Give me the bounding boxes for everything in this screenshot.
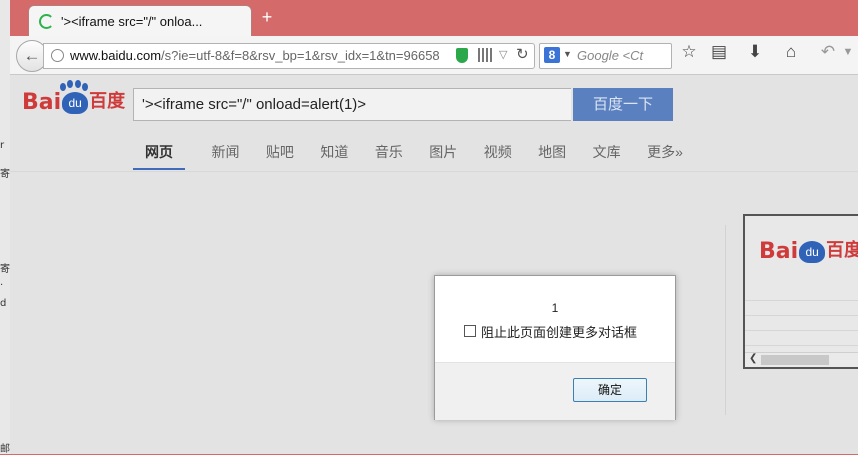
dialog-footer: 确定 — [435, 362, 675, 420]
edge-char: 寄 — [0, 169, 10, 180]
browser-window: '><iframe src="/" onloa... + ← www.baidu… — [10, 0, 858, 454]
history-dropdown-icon[interactable]: ▽ — [499, 48, 507, 61]
url-bar[interactable]: www.baidu.com/s?ie=utf-8&f=8&rsv_bp=1&rs… — [43, 43, 535, 69]
search-category-tabs: 网页 新闻 贴吧 知道 音乐 图片 视频 地图 文库 更多» — [133, 142, 705, 170]
reload-icon[interactable]: ↻ — [516, 45, 529, 63]
logo-text-cn: 百度 — [89, 91, 126, 111]
back-arrow-icon: ← — [23, 46, 41, 65]
logo-text-cn: 百度 — [826, 240, 858, 260]
download-icon[interactable]: ⬇ — [743, 42, 767, 62]
ok-button[interactable]: 确定 — [573, 378, 647, 402]
home-icon[interactable]: ⌂ — [779, 42, 803, 62]
browser-tab[interactable]: '><iframe src="/" onloa... — [28, 5, 252, 38]
logo-text-du: du — [68, 96, 82, 110]
paw-icon: du — [62, 92, 89, 114]
bookmark-star-icon[interactable]: ☆ — [677, 42, 701, 62]
alert-message: 1 — [551, 301, 559, 315]
column-divider — [725, 225, 726, 415]
suppress-dialogs-checkbox[interactable] — [464, 325, 476, 337]
navigation-toolbar: ← www.baidu.com/s?ie=utf-8&f=8&rsv_bp=1&… — [10, 36, 858, 75]
suppress-dialogs-label[interactable]: 阻止此页面创建更多对话框 — [481, 322, 637, 341]
scroll-left-icon[interactable]: ❮ — [749, 353, 757, 364]
paw-icon: du — [799, 241, 826, 263]
baidu-logo[interactable]: Bai du 百度 — [22, 80, 126, 121]
shield-icon[interactable] — [456, 48, 468, 63]
url-path: /s?ie=utf-8&f=8&rsv_bp=1&rsv_idx=1&tn=96… — [161, 48, 440, 63]
logo-text-bai: Bai — [22, 90, 62, 115]
iframe-baidu-logo: Bai du 百度 — [759, 236, 858, 270]
tab-video[interactable]: 视频 — [484, 142, 512, 168]
edge-char: d — [0, 298, 7, 309]
edge-char: 寄 — [0, 264, 10, 275]
iframe-horizontal-scrollbar[interactable]: ❮ — [745, 352, 858, 367]
paw-toes-icon — [58, 80, 88, 93]
search-query-input[interactable]: '><iframe src="/" onload=alert(1)> — [133, 88, 571, 121]
tabs-divider — [10, 171, 858, 172]
tab-web[interactable]: 网页 — [133, 142, 185, 170]
search-engine-dropdown-icon[interactable]: ▼ — [563, 49, 572, 59]
globe-icon — [51, 49, 64, 62]
tab-zhidao[interactable]: 知道 — [320, 142, 348, 168]
tab-music[interactable]: 音乐 — [375, 142, 403, 168]
tab-wenku[interactable]: 文库 — [593, 142, 621, 168]
logo-text-du: du — [805, 245, 819, 259]
tab-tieba[interactable]: 贴吧 — [266, 142, 294, 168]
embedded-iframe[interactable]: Bai du 百度 ❮ — [743, 214, 858, 369]
loading-spinner-icon — [39, 14, 54, 29]
alert-dialog: 1 阻止此页面创建更多对话框 确定 — [434, 275, 676, 420]
reading-list-icon[interactable]: ▤ — [707, 42, 731, 62]
edge-char: · — [0, 280, 4, 291]
qr-code-icon[interactable] — [478, 48, 492, 62]
edge-char: r — [0, 140, 5, 151]
search-bar[interactable]: 8 ▼ Google <Ct — [539, 43, 672, 69]
tab-news[interactable]: 新闻 — [211, 142, 239, 168]
search-input[interactable]: Google <Ct — [577, 48, 667, 63]
url-text[interactable]: www.baidu.com/s?ie=utf-8&f=8&rsv_bp=1&rs… — [70, 48, 450, 63]
scrollbar-thumb[interactable] — [761, 355, 829, 365]
logo-text-bai: Bai — [759, 239, 799, 264]
baidu-search-button[interactable]: 百度一下 — [573, 88, 673, 121]
undo-dropdown-icon[interactable]: ▼ — [836, 46, 858, 58]
tab-maps[interactable]: 地图 — [538, 142, 566, 168]
tab-images[interactable]: 图片 — [429, 142, 457, 168]
edge-char: 邮 — [0, 444, 10, 455]
tab-more[interactable]: 更多» — [647, 142, 683, 168]
search-engine-icon[interactable]: 8 — [544, 47, 560, 63]
iframe-content-lines — [745, 286, 858, 346]
new-tab-icon[interactable]: + — [258, 8, 276, 26]
url-domain: www.baidu.com — [70, 48, 162, 63]
tab-title: '><iframe src="/" onloa... — [61, 14, 203, 29]
search-query-text: '><iframe src="/" onload=alert(1)> — [142, 96, 367, 113]
